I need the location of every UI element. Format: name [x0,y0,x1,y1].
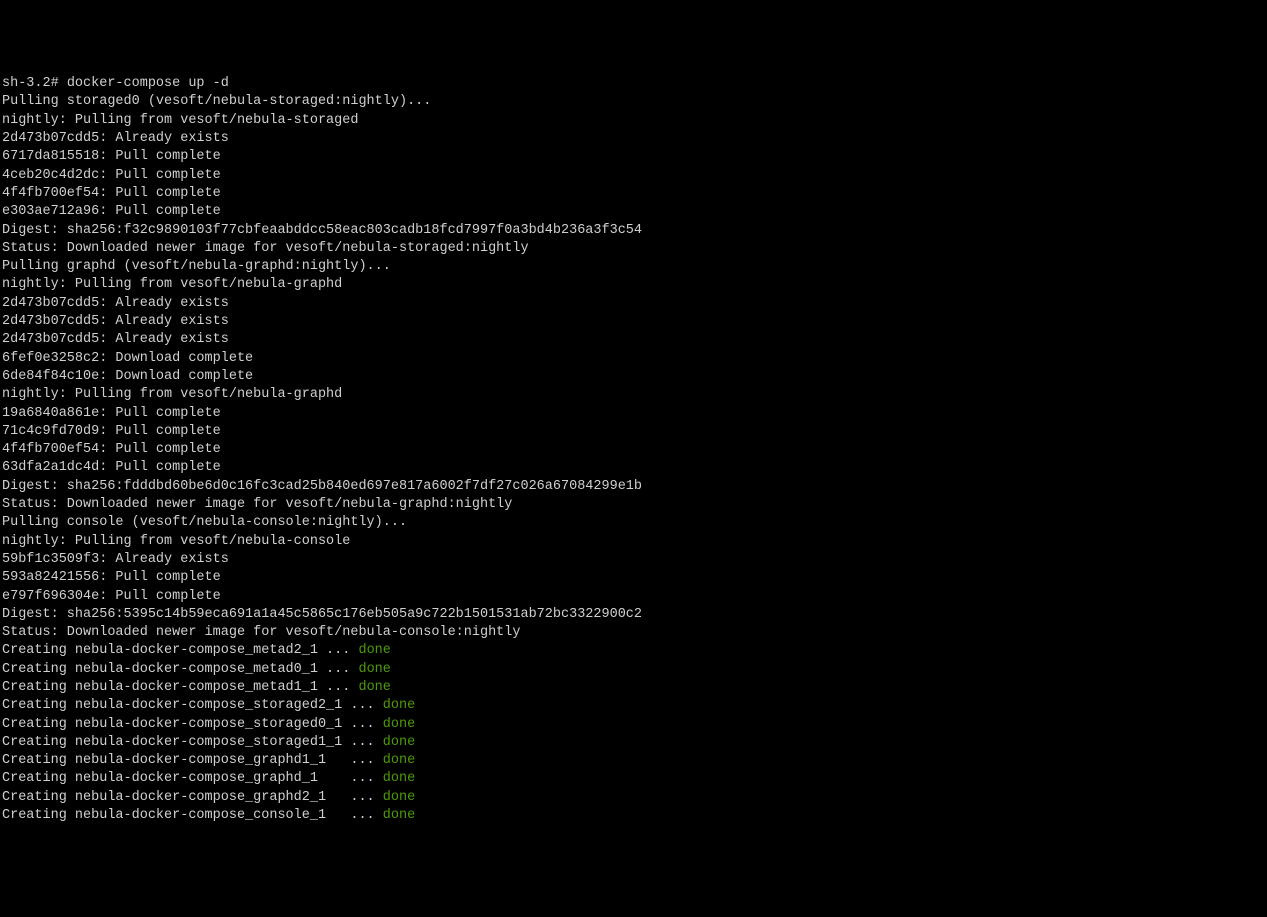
output-line: 71c4c9fd70d9: Pull complete [2,423,1267,441]
creating-line: Creating nebula-docker-compose_graphd2_1… [2,789,1267,807]
output-line: nightly: Pulling from vesoft/nebula-cons… [2,533,1267,551]
done-status: done [383,753,415,768]
output-line: Status: Downloaded newer image for vesof… [2,240,1267,258]
done-status: done [383,771,415,786]
creating-prefix: Creating nebula-docker-compose_storaged0… [2,717,383,732]
done-status: done [358,643,390,658]
shell-prompt: sh-3.2# [2,76,67,91]
creating-prefix: Creating nebula-docker-compose_graphd2_1… [2,790,383,805]
output-line: 6fef0e3258c2: Download complete [2,350,1267,368]
done-status: done [358,680,390,695]
creating-prefix: Creating nebula-docker-compose_metad1_1 … [2,680,358,695]
output-line: Digest: sha256:f32c9890103f77cbfeaabddcc… [2,222,1267,240]
output-line: 63dfa2a1dc4d: Pull complete [2,459,1267,477]
creating-line: Creating nebula-docker-compose_storaged2… [2,697,1267,715]
done-status: done [383,735,415,750]
creating-prefix: Creating nebula-docker-compose_graphd1_1… [2,753,383,768]
output-line: Status: Downloaded newer image for vesof… [2,496,1267,514]
output-line: e303ae712a96: Pull complete [2,203,1267,221]
done-status: done [358,662,390,677]
output-line: nightly: Pulling from vesoft/nebula-grap… [2,276,1267,294]
output-line: 593a82421556: Pull complete [2,569,1267,587]
output-line: 2d473b07cdd5: Already exists [2,313,1267,331]
creating-line: Creating nebula-docker-compose_storaged0… [2,716,1267,734]
creating-line: Creating nebula-docker-compose_graphd_1 … [2,770,1267,788]
done-status: done [383,717,415,732]
output-line: 6de84f84c10e: Download complete [2,368,1267,386]
creating-prefix: Creating nebula-docker-compose_metad0_1 … [2,662,358,677]
done-status: done [383,698,415,713]
output-line: 4f4fb700ef54: Pull complete [2,185,1267,203]
creating-line: Creating nebula-docker-compose_metad1_1 … [2,679,1267,697]
creating-prefix: Creating nebula-docker-compose_storaged2… [2,698,383,713]
creating-line: Creating nebula-docker-compose_metad0_1 … [2,661,1267,679]
done-status: done [383,808,415,823]
output-line: nightly: Pulling from vesoft/nebula-stor… [2,112,1267,130]
creating-line: Creating nebula-docker-compose_metad2_1 … [2,642,1267,660]
output-line: 19a6840a861e: Pull complete [2,405,1267,423]
output-line: 2d473b07cdd5: Already exists [2,331,1267,349]
terminal-output: sh-3.2# docker-compose up -dPulling stor… [2,75,1267,825]
output-line: 2d473b07cdd5: Already exists [2,295,1267,313]
output-line: Status: Downloaded newer image for vesof… [2,624,1267,642]
creating-prefix: Creating nebula-docker-compose_graphd_1 … [2,771,383,786]
output-line: Digest: sha256:fdddbd60be6d0c16fc3cad25b… [2,478,1267,496]
creating-prefix: Creating nebula-docker-compose_metad2_1 … [2,643,358,658]
creating-prefix: Creating nebula-docker-compose_console_1… [2,808,383,823]
output-line: Digest: sha256:5395c14b59eca691a1a45c586… [2,606,1267,624]
output-line: Pulling graphd (vesoft/nebula-graphd:nig… [2,258,1267,276]
output-line: 2d473b07cdd5: Already exists [2,130,1267,148]
output-line: 59bf1c3509f3: Already exists [2,551,1267,569]
output-line: 4f4fb700ef54: Pull complete [2,441,1267,459]
command-text: docker-compose up -d [67,76,229,91]
terminal-prompt-line: sh-3.2# docker-compose up -d [2,75,1267,93]
output-line: 6717da815518: Pull complete [2,148,1267,166]
creating-line: Creating nebula-docker-compose_storaged1… [2,734,1267,752]
output-line: Pulling storaged0 (vesoft/nebula-storage… [2,93,1267,111]
done-status: done [383,790,415,805]
creating-prefix: Creating nebula-docker-compose_storaged1… [2,735,383,750]
output-line: 4ceb20c4d2dc: Pull complete [2,167,1267,185]
creating-line: Creating nebula-docker-compose_graphd1_1… [2,752,1267,770]
output-line: Pulling console (vesoft/nebula-console:n… [2,514,1267,532]
creating-line: Creating nebula-docker-compose_console_1… [2,807,1267,825]
output-line: e797f696304e: Pull complete [2,588,1267,606]
output-line: nightly: Pulling from vesoft/nebula-grap… [2,386,1267,404]
